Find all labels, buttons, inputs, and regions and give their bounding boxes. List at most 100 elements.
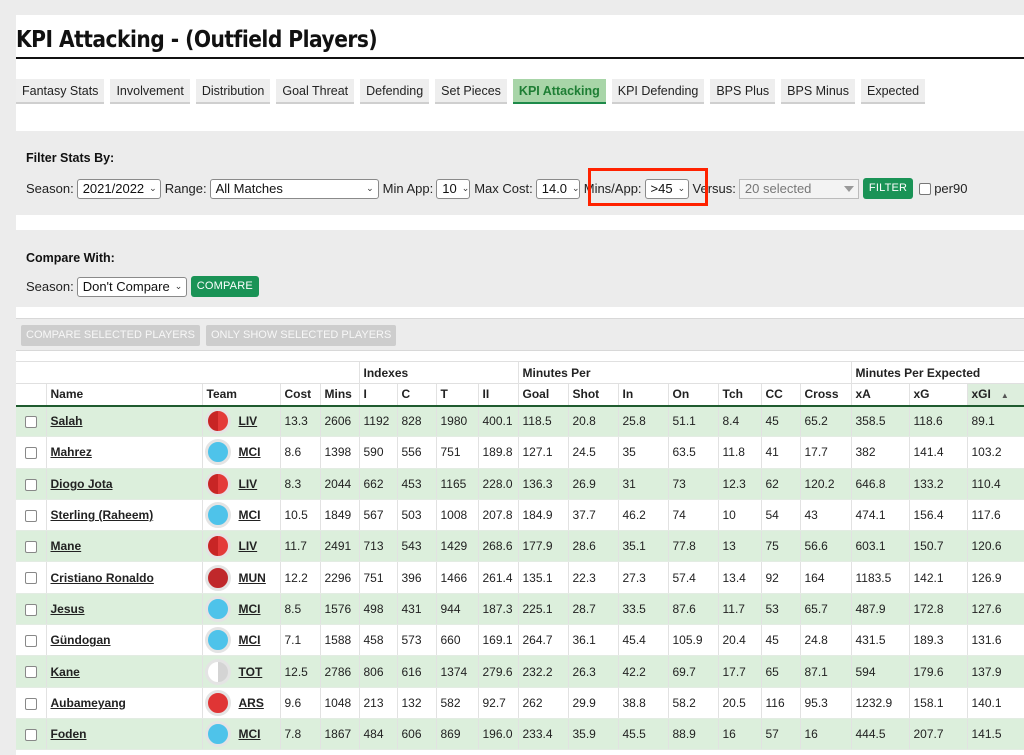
row-select-checkbox[interactable] [24,572,37,585]
col-header-cost[interactable]: Cost [279,383,320,407]
col-header-in[interactable]: In [617,383,668,407]
range-select[interactable]: All Matches ⌄ [209,178,379,199]
cell-xg: 172.8 [908,593,967,626]
tab-distribution[interactable]: Distribution [195,79,271,104]
row-select-checkbox[interactable] [24,603,37,616]
per90-checkbox[interactable] [919,182,932,195]
row-select-checkbox[interactable] [24,416,37,429]
tab-set-pieces[interactable]: Set Pieces [435,79,507,104]
mins-app-value: >45 [650,181,673,196]
row-select-checkbox[interactable] [24,541,37,554]
table-row: Cristiano Ronaldo MUN 12.2 2296 751 396 1466 26… [16,561,1024,594]
cell-i: 590 [358,436,397,469]
cell-in: 27.3 [617,561,668,594]
cell-tch: 20.4 [717,624,761,657]
cell-i: 1192 [358,405,397,438]
row-select-checkbox[interactable] [24,509,37,522]
row-select-checkbox[interactable] [24,635,37,648]
mins-app-select[interactable]: >45 ⌄ [644,178,689,199]
row-select-checkbox[interactable] [24,728,37,741]
tab-defending[interactable]: Defending [360,79,430,104]
player-link[interactable]: Diogo Jota [51,477,113,491]
col-header-ii[interactable]: II [477,383,518,407]
team-badge-icon [204,658,231,685]
player-link[interactable]: Foden [51,727,87,741]
cell-ii: 92.7 [477,687,518,719]
team-link[interactable]: LIV [239,477,258,491]
cell-cost: 11.7 [279,530,320,563]
cell-c: 828 [396,405,436,438]
col-header-on[interactable]: On [667,383,718,407]
player-link[interactable]: Kane [51,665,80,679]
team-link[interactable]: MCI [239,633,261,647]
cell-cross: 120.2 [799,468,851,500]
team-link[interactable]: TOT [239,665,263,679]
row-select-checkbox[interactable] [24,447,37,460]
team-cell: MUN [201,561,280,594]
team-link[interactable]: MUN [239,571,266,585]
player-name-cell: Mahrez [45,436,202,469]
row-select-checkbox[interactable] [24,666,37,679]
col-header-t[interactable]: T [435,383,478,407]
player-link[interactable]: Gündogan [51,633,111,647]
compare-season-select[interactable]: Don't Compare ⌄ [76,276,187,297]
team-link[interactable]: LIV [239,414,258,428]
filter-button[interactable]: FILTER [862,178,914,199]
season-select[interactable]: 2021/2022 ⌄ [76,178,161,199]
cell-c: 606 [396,718,436,751]
col-header-tch[interactable]: Tch [717,383,761,407]
col-header-cc[interactable]: CC [760,383,800,407]
compare-selected-players-button[interactable]: COMPARE SELECTED PLAYERS [21,325,200,346]
col-header-c[interactable]: C [396,383,436,407]
team-link[interactable]: MCI [239,508,261,522]
team-cell-content: MCI [204,439,276,466]
player-link[interactable]: Mane [51,539,82,553]
range-value: All Matches [215,181,283,196]
chevron-down-icon: ⌄ [366,183,374,193]
tab-involvement[interactable]: Involvement [110,79,190,104]
tab-bps-minus[interactable]: BPS Minus [781,79,855,104]
tab-fantasy-stats[interactable]: Fantasy Stats [16,79,105,104]
tab-kpi-attacking[interactable]: KPI Attacking [512,79,606,104]
player-name-cell: Jesus [45,593,202,626]
team-link[interactable]: MCI [239,727,261,741]
tab-bps-plus[interactable]: BPS Plus [710,79,776,104]
player-link[interactable]: Aubameyang [51,696,126,710]
col-header-xg[interactable]: xG [908,383,967,407]
team-cell-content: ARS [204,689,276,716]
col-header-i[interactable]: I [358,383,397,407]
col-header-mins[interactable]: Mins [319,383,359,407]
versus-multiselect[interactable]: 20 selected [738,178,859,199]
filter-title: Filter Stats By: [26,151,115,165]
col-header-cross[interactable]: Cross [799,383,851,407]
min-app-select[interactable]: 10 ⌄ [436,178,471,199]
compare-button[interactable]: COMPARE [190,276,259,297]
cell-xa: 603.1 [850,530,909,563]
team-link[interactable]: ARS [239,696,264,710]
tab-kpi-defending[interactable]: KPI Defending [611,79,705,104]
only-show-selected-players-button[interactable]: ONLY SHOW SELECTED PLAYERS [206,325,397,346]
player-link[interactable]: Sterling (Raheem) [51,508,154,522]
team-badge-icon [204,470,231,497]
team-link[interactable]: MCI [239,602,261,616]
player-link[interactable]: Cristiano Ronaldo [51,571,154,585]
player-link[interactable]: Salah [51,414,83,428]
col-header-goal[interactable]: Goal [517,383,568,407]
row-select-checkbox[interactable] [24,478,37,491]
col-header-xgi[interactable]: xGI ▲ [966,383,1024,407]
col-header-shot[interactable]: Shot [567,383,618,407]
max-cost-select[interactable]: 14.0 ⌄ [535,178,580,199]
player-name-cell: Salah [45,405,202,438]
player-link[interactable]: Mahrez [51,445,92,459]
team-link[interactable]: LIV [239,539,258,553]
row-select-checkbox[interactable] [24,697,37,710]
col-header-team[interactable]: Team [201,383,280,407]
cell-cross: 87.1 [799,655,851,688]
tab-goal-threat[interactable]: Goal Threat [276,79,355,104]
tab-expected[interactable]: Expected [861,79,926,104]
team-link[interactable]: MCI [239,445,261,459]
cell-goal: 135.1 [517,561,568,594]
col-header-name[interactable]: Name [45,383,202,407]
player-link[interactable]: Jesus [51,602,85,616]
col-header-xa[interactable]: xA [850,383,909,407]
